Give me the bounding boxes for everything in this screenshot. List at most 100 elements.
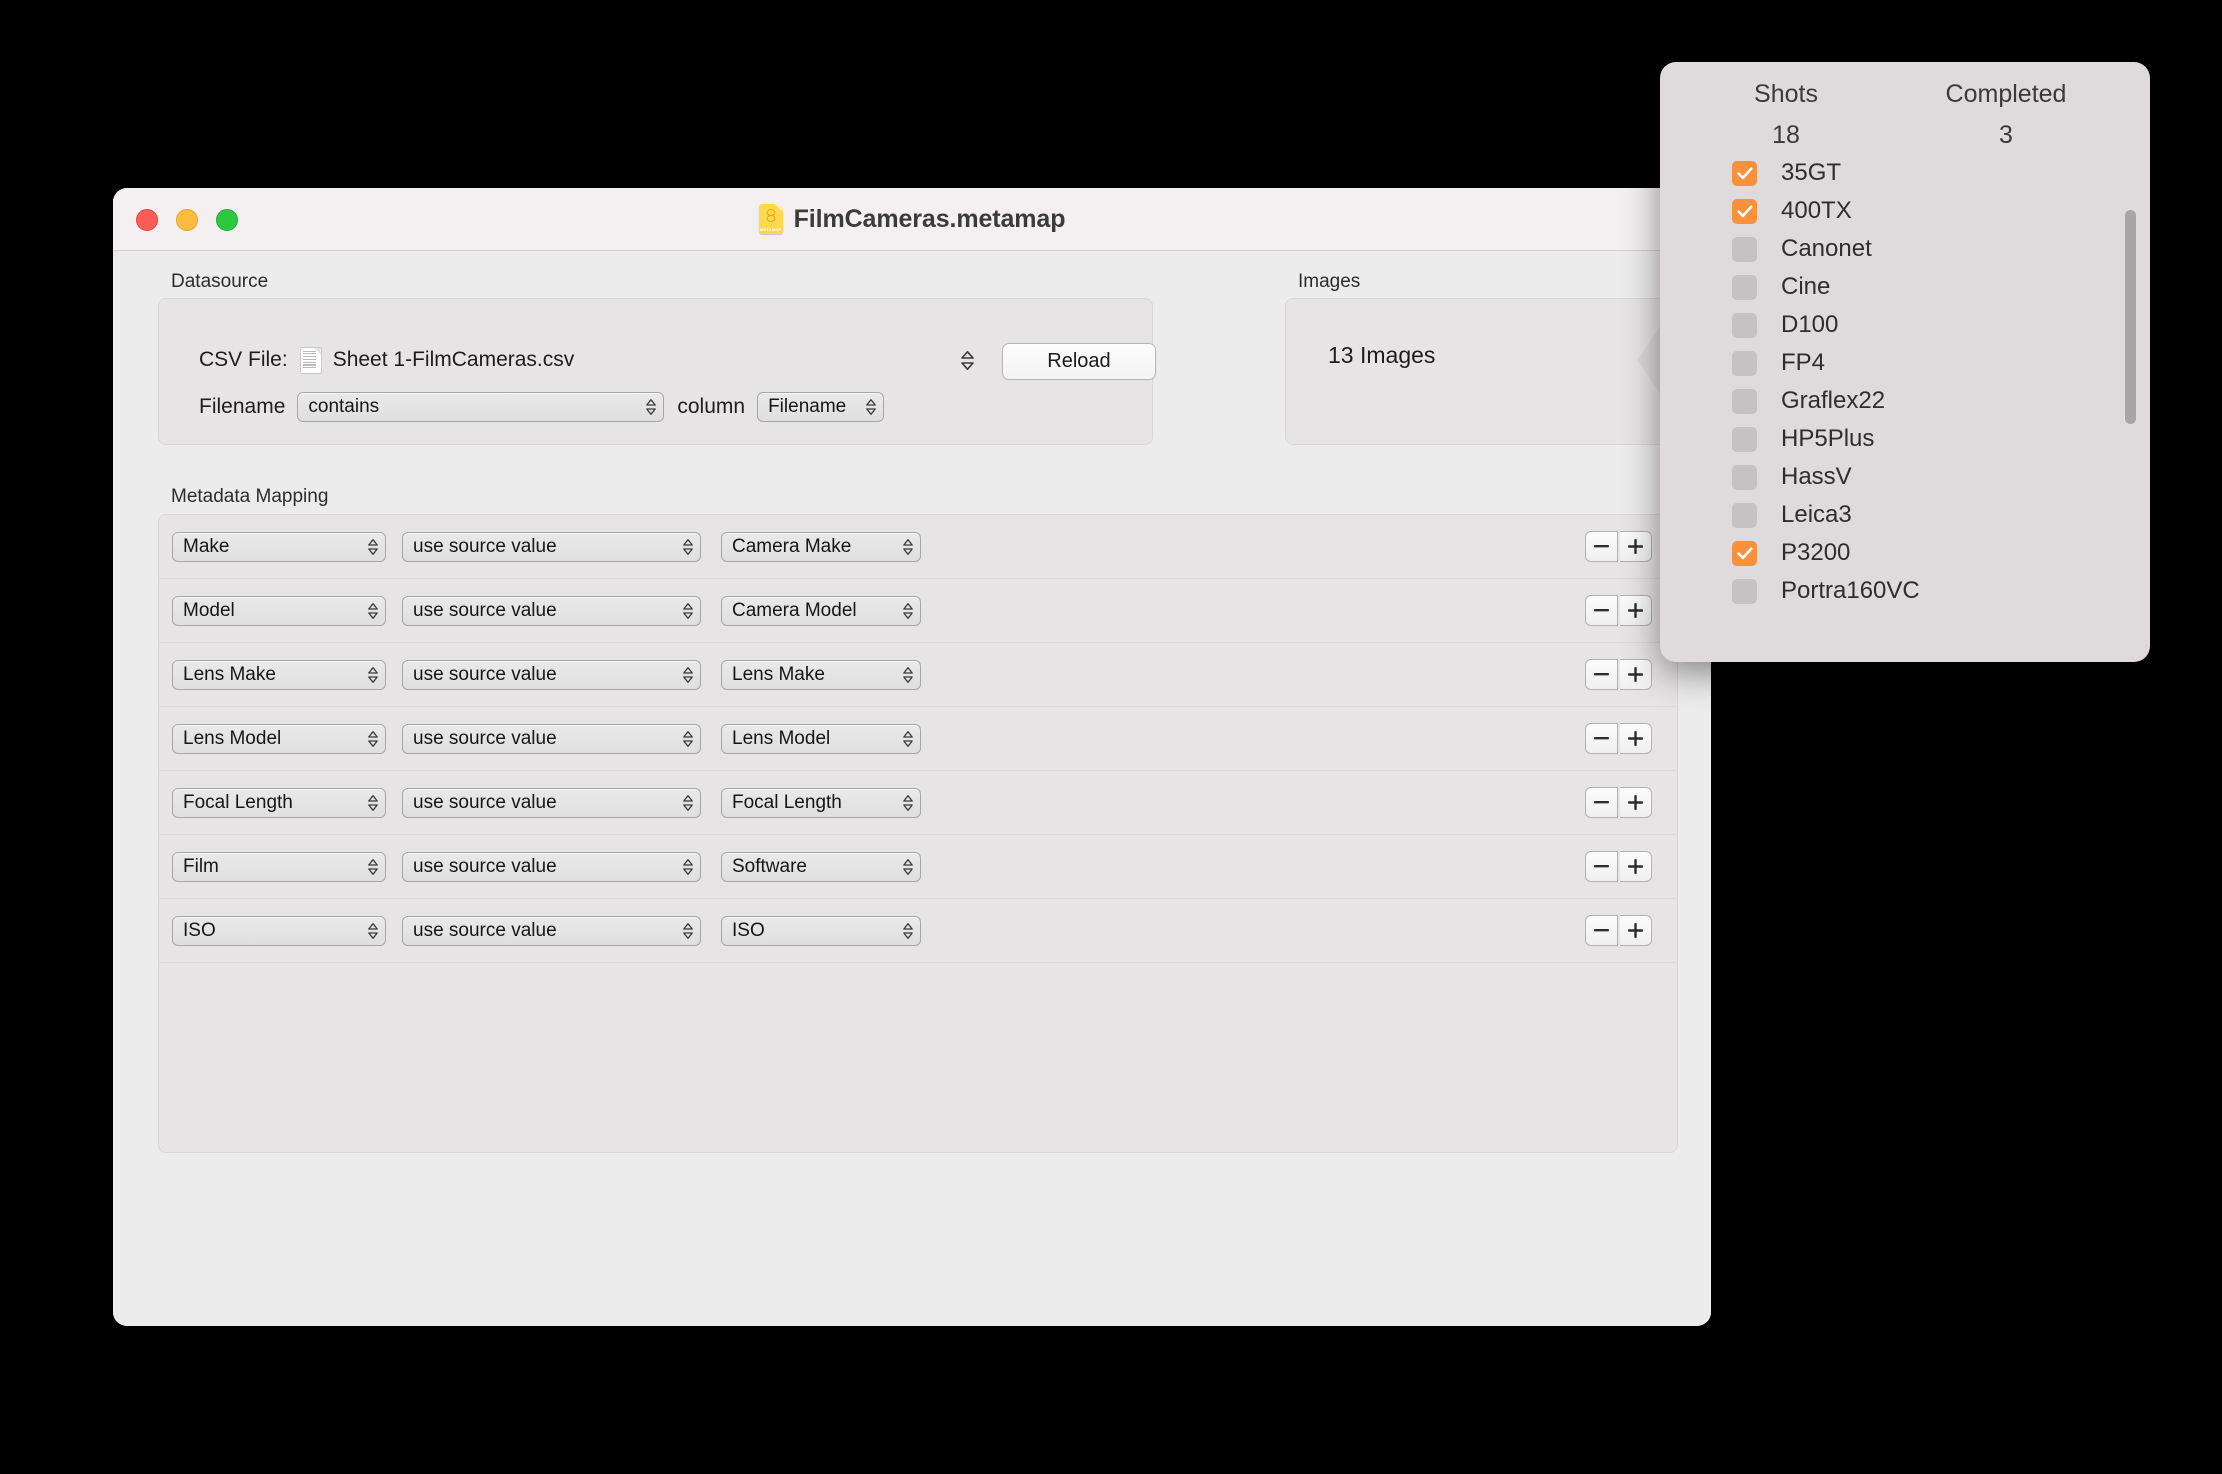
checkbox-unchecked-icon[interactable] (1732, 426, 1757, 452)
mapping-target-value: Software (732, 855, 807, 877)
column-word-label: column (677, 395, 746, 418)
filename-column-value: Filename (768, 396, 847, 417)
mapping-source-select[interactable]: Make (172, 531, 386, 562)
mapping-source-select[interactable]: Film (172, 851, 386, 882)
image-list-item[interactable]: Portra160VC (1660, 572, 2150, 610)
add-row-button[interactable] (1620, 915, 1652, 946)
chevron-updown-icon (902, 602, 913, 620)
chevron-updown-icon (902, 666, 913, 684)
image-list-item[interactable]: P3200 (1660, 534, 2150, 572)
checkbox-unchecked-icon[interactable] (1732, 236, 1757, 262)
mapping-source-value: Film (183, 855, 219, 877)
checkbox-unchecked-icon[interactable] (1732, 388, 1757, 414)
remove-row-button[interactable] (1585, 531, 1618, 562)
remove-row-button[interactable] (1585, 787, 1618, 818)
image-list-item-label: D100 (1781, 311, 1839, 338)
checkbox-checked-icon[interactable] (1732, 198, 1757, 224)
checkbox-unchecked-icon[interactable] (1732, 274, 1757, 300)
add-row-button[interactable] (1620, 531, 1652, 562)
mapping-target-select[interactable]: ISO (721, 915, 921, 946)
minimize-button[interactable] (176, 209, 198, 231)
reload-button[interactable]: Reload (1002, 343, 1156, 380)
add-row-button[interactable] (1620, 851, 1652, 882)
filename-condition-select[interactable]: contains (297, 392, 665, 422)
mapping-target-select[interactable]: Software (721, 851, 921, 882)
mapping-transform-value: use source value (413, 727, 557, 749)
chevron-updown-icon (645, 398, 656, 416)
image-list-item-label: 35GT (1781, 159, 1842, 186)
image-list-item-label: Graflex22 (1781, 387, 1886, 414)
mapping-transform-select[interactable]: use source value (402, 595, 701, 626)
mapping-transform-select[interactable]: use source value (402, 659, 701, 690)
checkbox-unchecked-icon[interactable] (1732, 312, 1757, 338)
mapping-transform-select[interactable]: use source value (402, 531, 701, 562)
mapping-source-select[interactable]: Lens Make (172, 659, 386, 690)
image-list-item-label: FP4 (1781, 349, 1826, 376)
popover-header: Shots 18 Completed 3 (1660, 62, 2150, 154)
mapping-target-value: Camera Make (732, 535, 852, 557)
mapping-source-value: Lens Make (183, 663, 276, 685)
checkbox-unchecked-icon[interactable] (1732, 464, 1757, 490)
add-row-button[interactable] (1620, 659, 1652, 690)
image-list-item[interactable]: Graflex22 (1660, 382, 2150, 420)
remove-row-button[interactable] (1585, 595, 1618, 626)
mapping-target-select[interactable]: Focal Length (721, 787, 921, 818)
mapping-transform-select[interactable]: use source value (402, 787, 701, 818)
images-count-label: 13 Images (1328, 342, 1436, 368)
checkbox-unchecked-icon[interactable] (1732, 350, 1757, 376)
filename-label: Filename (199, 395, 286, 418)
image-list-item[interactable]: Leica3 (1660, 496, 2150, 534)
app-window: METAMAP FilmCameras.metamap Datasource C… (113, 188, 1711, 1326)
mapping-source-value: Lens Model (183, 727, 282, 749)
image-list-item[interactable]: HassV (1660, 458, 2150, 496)
remove-row-button[interactable] (1585, 659, 1618, 690)
image-list-item[interactable]: FP4 (1660, 344, 2150, 382)
mapping-target-select[interactable]: Lens Model (721, 723, 921, 754)
checkbox-checked-icon[interactable] (1732, 160, 1757, 186)
zoom-button[interactable] (216, 209, 238, 231)
mapping-target-value: ISO (732, 919, 765, 941)
image-list-item[interactable]: HP5Plus (1660, 420, 2150, 458)
mapping-source-select[interactable]: Model (172, 595, 386, 626)
mapping-transform-select[interactable]: use source value (402, 723, 701, 754)
add-row-button[interactable] (1620, 723, 1652, 754)
remove-row-button[interactable] (1585, 723, 1618, 754)
checkbox-checked-icon[interactable] (1732, 540, 1757, 566)
mapping-row-buttons (1585, 595, 1652, 626)
close-button[interactable] (136, 209, 158, 231)
mapping-source-select[interactable]: Lens Model (172, 723, 386, 754)
csv-file-stepper[interactable] (959, 346, 975, 374)
mapping-source-select[interactable]: Focal Length (172, 787, 386, 818)
chevron-updown-icon (902, 730, 913, 748)
mapping-row-buttons (1585, 787, 1652, 818)
image-list-item-label: 400TX (1781, 197, 1852, 224)
mapping-transform-select[interactable]: use source value (402, 851, 701, 882)
csv-file-label: CSV File: (199, 348, 288, 371)
mapping-target-select[interactable]: Camera Model (721, 595, 921, 626)
add-row-button[interactable] (1620, 595, 1652, 626)
popover-scrollbar-thumb[interactable] (2125, 210, 2136, 424)
mapping-transform-select[interactable]: use source value (402, 915, 701, 946)
chevron-updown-icon (367, 922, 378, 940)
window-title: FilmCameras.metamap (793, 204, 1066, 233)
image-checkbox-list: 35GT 400TX Canonet Cine D100 FP4 Graflex… (1660, 154, 2150, 662)
add-row-button[interactable] (1620, 787, 1652, 818)
csv-document-icon (299, 346, 322, 374)
window-titlebar: METAMAP FilmCameras.metamap (113, 188, 1711, 251)
checkbox-unchecked-icon[interactable] (1732, 578, 1757, 604)
chevron-updown-icon (682, 730, 693, 748)
mapping-source-value: Model (183, 599, 235, 621)
mapping-source-select[interactable]: ISO (172, 915, 386, 946)
filename-column-select[interactable]: Filename (757, 392, 885, 422)
remove-row-button[interactable] (1585, 851, 1618, 882)
image-list-item[interactable]: D100 (1660, 306, 2150, 344)
image-list-item[interactable]: Canonet (1660, 230, 2150, 268)
image-list-item[interactable]: Cine (1660, 268, 2150, 306)
checkbox-unchecked-icon[interactable] (1732, 502, 1757, 528)
image-list-item[interactable]: 400TX (1660, 192, 2150, 230)
remove-row-button[interactable] (1585, 915, 1618, 946)
image-list-item[interactable]: 35GT (1660, 154, 2150, 192)
mapping-target-select[interactable]: Lens Make (721, 659, 921, 690)
mapping-target-select[interactable]: Camera Make (721, 531, 921, 562)
mapping-transform-value: use source value (413, 663, 557, 685)
